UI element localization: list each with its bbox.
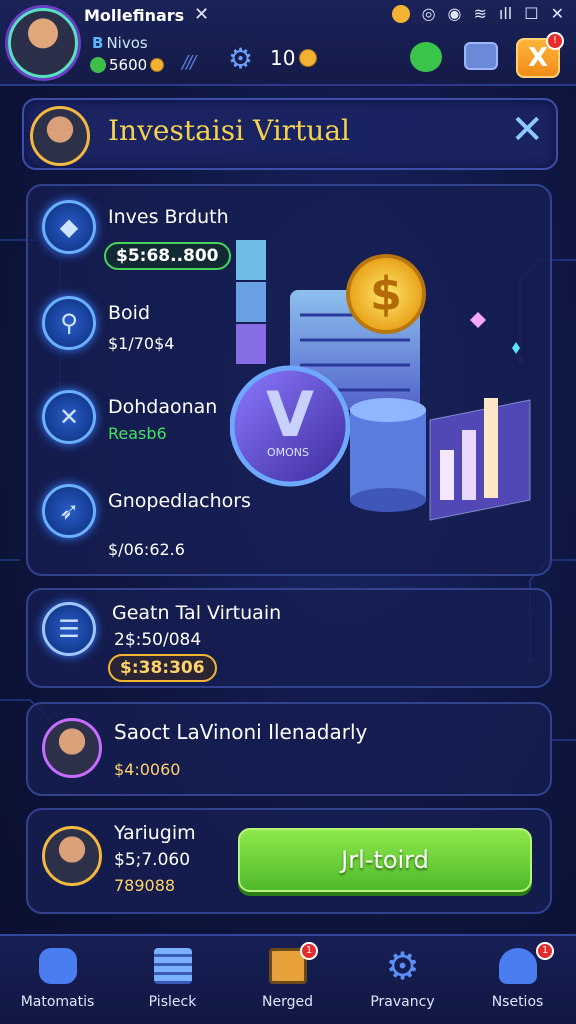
status-bar: ◎ ◉ ≋ ıll ☐ ✕ [391,4,564,23]
social-card[interactable]: Saoct LaVinoni Ilenadarly $4:0060 [26,702,552,796]
nav-item-matomatis[interactable]: Matomatis [0,936,115,1024]
coin-status-icon [391,4,410,23]
investment-value: Reasb6 [108,424,167,443]
nav-badge: 1 [536,942,554,960]
wifi-icon: ≋ [473,4,487,23]
nav-label: Nerged [262,994,313,1010]
coin-count: 10 [270,46,296,70]
cylinder-stack [350,398,426,512]
nav-item-pravancy[interactable]: ⚙ Pravancy [345,936,460,1024]
player-name: B Nivos [92,34,148,52]
geatn-card[interactable]: ☰ Geatn Tal Virtuain 2$:50/084 $:38:306 [26,588,552,688]
player-card-sub: 789088 [114,876,176,895]
dot-icon: ◉ [447,4,462,23]
investment-name[interactable]: Boid [108,302,150,324]
svg-text:OMONS: OMONS [267,446,309,459]
nav-label: Nsetios [491,994,544,1010]
close-icon[interactable]: ✕ [194,4,209,25]
status-close-icon[interactable]: ✕ [551,4,564,23]
rocket-icon[interactable]: ➶ [42,484,96,538]
player-card-value: $5;7.060 [114,850,191,870]
robot-icon [38,948,77,984]
nav-item-nsetios[interactable]: 1 Nsetios [460,936,575,1024]
sparkle-icon [512,342,520,354]
svg-text:V: V [266,378,314,451]
social-title: Saoct LaVinoni Ilenadarly [114,720,368,744]
investment-value-pill: $5:68..800 [104,242,231,270]
chat-icon[interactable] [410,42,442,72]
investment-name[interactable]: Dohdaonan [108,396,217,418]
nav-badge: 1 [300,942,318,960]
gear-icon: ⚙ [385,944,420,988]
nav-item-nerged[interactable]: 1 Nerged [230,936,345,1024]
page-title: Investaisi Virtual [108,114,350,147]
settings-icon[interactable]: ⚙ [228,42,253,75]
app-title: Mollefinars [84,6,185,25]
sparkle-icon [470,312,486,328]
geatn-pill: $:38:306 [108,654,217,682]
bell-icon [498,948,537,984]
gift-label: X [527,43,549,73]
coin-icon [150,58,165,72]
record-icon: ◎ [421,4,436,23]
shop-icon[interactable] [464,42,498,70]
nav-label: Pisleck [148,994,197,1010]
stack-icon: ☰ [42,602,96,656]
player-avatar[interactable] [8,8,78,78]
nav-label: Pravancy [370,994,435,1010]
player-money: 5600 [90,56,165,74]
coin-counter: 10 [270,46,318,70]
investment-value: $1/70$4 [108,334,175,353]
crystal-icon[interactable]: ◆ [42,200,96,254]
money-value: 5600 [109,56,148,74]
chart-panel [429,398,531,521]
gift-badge: ! [546,32,564,50]
divider-icon: /// [182,52,196,73]
nav-label: Matomatis [20,994,95,1010]
header-avatar [30,106,90,166]
geatn-value: 2$:50/084 [114,630,202,650]
player-card-avatar [42,826,102,886]
action-button[interactable]: Jrl-toird [238,828,532,892]
top-bar: Mollefinars ✕ B Nivos 5600 /// ⚙ 10 X ! ◎… [0,0,576,86]
geatn-title: Geatn Tal Virtuain [112,602,282,624]
player-card-name: Yariugim [114,822,196,844]
social-value: $4:0060 [114,760,181,779]
bottom-nav: Matomatis Pisleck 1 Nerged ⚙ Pravancy 1 … [0,934,576,1024]
nav-item-pisleck[interactable]: Pisleck [115,936,230,1024]
stack-icon [153,948,192,984]
wrench-icon[interactable]: ✕ [42,390,96,444]
social-avatar [42,718,102,778]
investment-value: $/06:62.6 [108,540,185,559]
player-name-text: Nivos [106,34,148,52]
signal-icon: ıll [498,4,513,23]
investment-illustration: $ V OMONS [230,240,531,521]
coin-icon [299,49,318,67]
svg-text:$: $ [370,267,402,321]
badge-letter: B [92,34,104,52]
bar-blocks [236,240,266,364]
close-icon[interactable]: ✕ [510,110,544,150]
investment-name[interactable]: Inves Brduth [108,206,229,228]
telescope-icon[interactable]: ⚲ [42,296,96,350]
page-header: Investaisi Virtual ✕ [22,98,558,170]
gem-icon [90,57,106,73]
window-icon[interactable]: ☐ [524,4,538,23]
